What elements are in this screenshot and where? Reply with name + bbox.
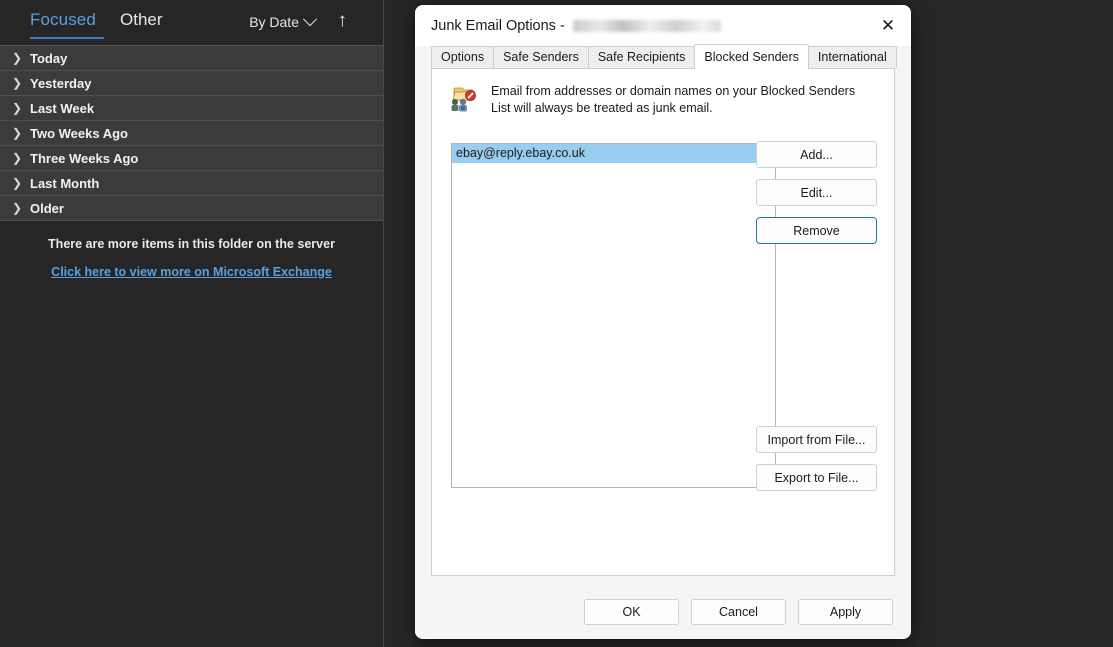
ok-button[interactable]: OK xyxy=(584,599,679,625)
group-row[interactable]: ❯ Today xyxy=(0,46,383,71)
chevron-right-icon: ❯ xyxy=(12,77,30,89)
chevron-right-icon: ❯ xyxy=(12,177,30,189)
group-row[interactable]: ❯ Yesterday xyxy=(0,71,383,96)
list-item[interactable]: ebay@reply.ebay.co.uk xyxy=(452,144,775,163)
group-row[interactable]: ❯ Last Week xyxy=(0,96,383,121)
group-row[interactable]: ❯ Last Month xyxy=(0,171,383,196)
chevron-right-icon: ❯ xyxy=(12,52,30,64)
panel-description-row: Email from addresses or domain names on … xyxy=(432,69,894,117)
tab-safe-recipients[interactable]: Safe Recipients xyxy=(588,46,696,68)
file-action-buttons: Import from File... Export to File... xyxy=(756,426,877,491)
dialog-title-text: Junk Email Options - xyxy=(431,18,565,34)
group-row[interactable]: ❯ Three Weeks Ago xyxy=(0,146,383,171)
tab-international[interactable]: International xyxy=(808,46,897,68)
view-more-exchange-link[interactable]: Click here to view more on Microsoft Exc… xyxy=(0,265,383,279)
redacted-account-name xyxy=(573,20,721,32)
group-label: Older xyxy=(30,201,64,216)
arrow-up-icon[interactable]: ↑ xyxy=(338,11,348,30)
message-group-list: ❯ Today ❯ Yesterday ❯ Last Week ❯ Two We… xyxy=(0,45,383,221)
chevron-right-icon: ❯ xyxy=(12,127,30,139)
group-label: Three Weeks Ago xyxy=(30,151,138,166)
group-label: Today xyxy=(30,51,67,66)
tab-safe-senders[interactable]: Safe Senders xyxy=(493,46,589,68)
group-row[interactable]: ❯ Two Weeks Ago xyxy=(0,121,383,146)
group-row[interactable]: ❯ Older xyxy=(0,196,383,221)
sort-by-dropdown[interactable]: By Date xyxy=(249,14,315,30)
tab-focused-indicator xyxy=(30,37,104,39)
group-label: Last Month xyxy=(30,176,99,191)
group-label: Last Week xyxy=(30,101,94,116)
chevron-right-icon: ❯ xyxy=(12,152,30,164)
chevron-down-icon xyxy=(303,12,317,26)
list-action-buttons: Add... Edit... Remove xyxy=(756,141,877,244)
import-from-file-button[interactable]: Import from File... xyxy=(756,426,877,453)
dialog-tab-strip: Options Safe Senders Safe Recipients Blo… xyxy=(415,46,911,68)
tab-blocked-senders[interactable]: Blocked Senders xyxy=(694,44,809,69)
dialog-title: Junk Email Options - xyxy=(431,18,721,34)
panel-description-text: Email from addresses or domain names on … xyxy=(491,83,876,117)
outlook-window: Focused Other By Date ↑ ❯ Today ❯ Yester… xyxy=(0,0,1113,647)
junk-email-options-dialog: Junk Email Options - ✕ Options Safe Send… xyxy=(415,5,911,639)
more-items-text: There are more items in this folder on t… xyxy=(0,237,383,251)
mail-list-toolbar: Focused Other By Date ↑ xyxy=(0,0,383,45)
group-label: Yesterday xyxy=(30,76,91,91)
blocked-senders-icon xyxy=(448,83,478,113)
blocked-senders-listbox[interactable]: ebay@reply.ebay.co.uk xyxy=(451,143,776,488)
chevron-right-icon: ❯ xyxy=(12,102,30,114)
close-icon[interactable]: ✕ xyxy=(865,5,911,46)
group-label: Two Weeks Ago xyxy=(30,126,128,141)
cancel-button[interactable]: Cancel xyxy=(691,599,786,625)
mail-list-pane: Focused Other By Date ↑ ❯ Today ❯ Yester… xyxy=(0,0,384,647)
chevron-right-icon: ❯ xyxy=(12,202,30,214)
remove-button[interactable]: Remove xyxy=(756,217,877,244)
tab-focused[interactable]: Focused xyxy=(30,10,96,30)
export-to-file-button[interactable]: Export to File... xyxy=(756,464,877,491)
blocked-senders-panel: Email from addresses or domain names on … xyxy=(431,68,895,576)
add-button[interactable]: Add... xyxy=(756,141,877,168)
tab-options[interactable]: Options xyxy=(431,46,494,68)
edit-button[interactable]: Edit... xyxy=(756,179,877,206)
tab-other[interactable]: Other xyxy=(120,10,163,30)
apply-button[interactable]: Apply xyxy=(798,599,893,625)
dialog-titlebar[interactable]: Junk Email Options - ✕ xyxy=(415,5,911,46)
dialog-footer: OK Cancel Apply xyxy=(415,585,911,639)
sort-by-label: By Date xyxy=(249,14,299,30)
